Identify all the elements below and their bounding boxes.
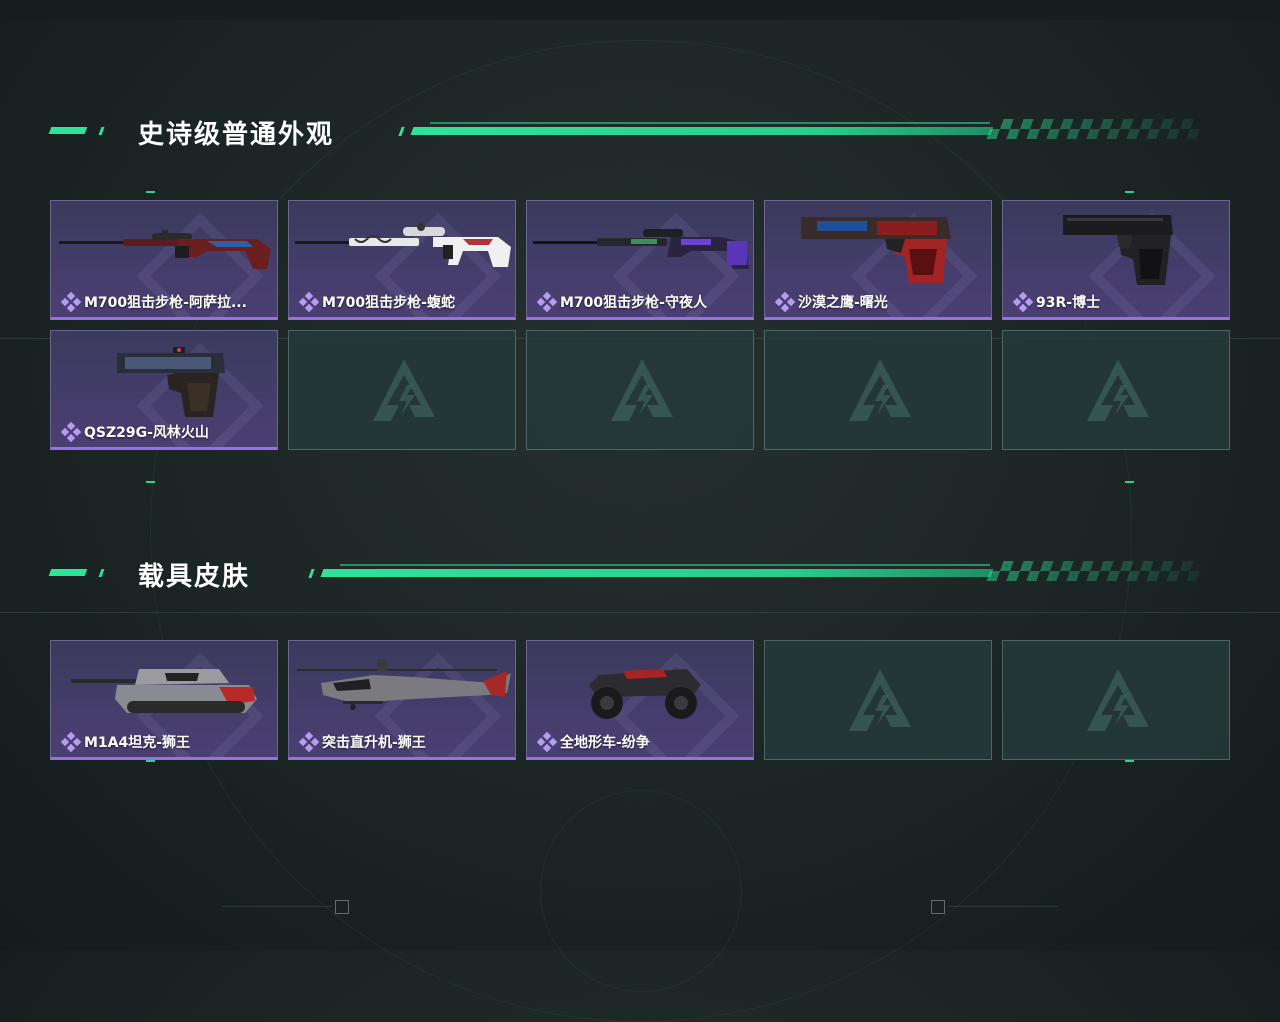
placeholder-logo-icon bbox=[373, 359, 435, 421]
empty-slot bbox=[764, 640, 992, 760]
skin-card[interactable]: M700狙击步枪-阿萨拉... bbox=[50, 200, 278, 320]
skin-name: 全地形车-纷争 bbox=[560, 735, 650, 751]
header-accent bbox=[398, 127, 405, 136]
tank-icon bbox=[71, 669, 257, 713]
sniper-rifle-icon bbox=[533, 229, 749, 269]
card-name-row: M700狙击步枪-守夜人 bbox=[536, 291, 747, 313]
skin-card[interactable]: M1A4坦克-狮王 bbox=[50, 640, 278, 760]
placeholder-logo-icon bbox=[1087, 669, 1149, 731]
pistol-icon bbox=[117, 347, 225, 417]
section-title: 载具皮肤 bbox=[138, 562, 251, 592]
placeholder-logo-icon bbox=[849, 669, 911, 731]
card-name-row: 93R-博士 bbox=[1012, 291, 1223, 313]
skin-name: M700狙击步枪-蝮蛇 bbox=[322, 295, 455, 311]
skin-name: 93R-博士 bbox=[1036, 295, 1101, 311]
placeholder-logo-icon bbox=[849, 359, 911, 421]
decor-square bbox=[931, 900, 945, 914]
empty-slot bbox=[526, 330, 754, 450]
decor-line bbox=[0, 612, 1280, 613]
pistol-icon bbox=[801, 217, 951, 283]
empty-slot bbox=[1002, 330, 1230, 450]
epic-rarity-icon bbox=[60, 421, 82, 443]
header-line bbox=[430, 122, 990, 124]
card-name-row: M1A4坦克-狮王 bbox=[60, 731, 271, 753]
card-name-row: QSZ29G-风林火山 bbox=[60, 421, 271, 443]
decor-line bbox=[948, 906, 1058, 907]
sniper-rifle-icon bbox=[295, 223, 511, 267]
card-name-row: 沙漠之鹰-曙光 bbox=[774, 291, 985, 313]
skin-card[interactable]: M700狙击步枪-守夜人 bbox=[526, 200, 754, 320]
decor-tick bbox=[1125, 760, 1134, 762]
sniper-rifle-icon bbox=[59, 230, 271, 269]
epic-rarity-icon bbox=[298, 731, 320, 753]
section-title: 史诗级普通外观 bbox=[138, 120, 335, 150]
header-bar bbox=[410, 127, 994, 135]
card-name-row: 突击直升机-狮王 bbox=[298, 731, 509, 753]
decor-line bbox=[222, 906, 332, 907]
epic-skins-grid: M700狙击步枪-阿萨拉... M700狙击步枪-蝮蛇 M700狙击步枪-守夜人… bbox=[50, 200, 1230, 450]
epic-rarity-icon bbox=[60, 731, 82, 753]
decor-square bbox=[335, 900, 349, 914]
skin-name: M700狙击步枪-守夜人 bbox=[560, 295, 707, 311]
section-header-epic: 史诗级普通外观 bbox=[0, 110, 1280, 150]
vehicle-skins-grid: M1A4坦克-狮王 突击直升机-狮王 全地形车-纷争 bbox=[50, 640, 1230, 760]
decor-tick bbox=[146, 481, 155, 483]
decor-tick bbox=[1125, 191, 1134, 193]
empty-slot bbox=[288, 330, 516, 450]
header-accent bbox=[48, 569, 88, 576]
header-checker bbox=[986, 119, 1204, 139]
header-line bbox=[340, 564, 990, 566]
header-checker bbox=[986, 561, 1204, 581]
epic-rarity-icon bbox=[298, 291, 320, 313]
epic-rarity-icon bbox=[774, 291, 796, 313]
section-header-vehicle: 载具皮肤 bbox=[0, 552, 1280, 592]
empty-slot bbox=[764, 330, 992, 450]
skin-name: QSZ29G-风林火山 bbox=[84, 425, 209, 441]
header-bar bbox=[320, 569, 994, 577]
epic-rarity-icon bbox=[1012, 291, 1034, 313]
placeholder-logo-icon bbox=[1087, 359, 1149, 421]
background-ring-small bbox=[540, 790, 742, 992]
placeholder-logo-icon bbox=[611, 359, 673, 421]
skin-name: 突击直升机-狮王 bbox=[322, 735, 426, 751]
skin-name: 沙漠之鹰-曙光 bbox=[798, 295, 888, 311]
epic-rarity-icon bbox=[536, 291, 558, 313]
skin-card[interactable]: 突击直升机-狮王 bbox=[288, 640, 516, 760]
skin-card[interactable]: M700狙击步枪-蝮蛇 bbox=[288, 200, 516, 320]
skin-card[interactable]: QSZ29G-风林火山 bbox=[50, 330, 278, 450]
helicopter-icon bbox=[297, 659, 511, 710]
card-name-row: 全地形车-纷争 bbox=[536, 731, 747, 753]
epic-rarity-icon bbox=[60, 291, 82, 313]
header-accent bbox=[48, 127, 88, 134]
header-accent bbox=[98, 569, 105, 577]
card-name-row: M700狙击步枪-阿萨拉... bbox=[60, 291, 271, 313]
empty-slot bbox=[1002, 640, 1230, 760]
top-bar bbox=[0, 0, 1280, 20]
skin-name: M1A4坦克-狮王 bbox=[84, 735, 191, 751]
pistol-icon bbox=[1063, 215, 1173, 285]
epic-rarity-icon bbox=[536, 731, 558, 753]
card-name-row: M700狙击步枪-蝮蛇 bbox=[298, 291, 509, 313]
skin-card[interactable]: 沙漠之鹰-曙光 bbox=[764, 200, 992, 320]
decor-tick bbox=[146, 191, 155, 193]
skin-card[interactable]: 全地形车-纷争 bbox=[526, 640, 754, 760]
decor-tick bbox=[146, 760, 155, 762]
skin-name: M700狙击步枪-阿萨拉... bbox=[84, 295, 247, 311]
header-accent bbox=[98, 127, 105, 135]
decor-tick bbox=[1125, 481, 1134, 483]
header-accent bbox=[308, 569, 315, 578]
atv-icon bbox=[589, 669, 701, 719]
skin-card[interactable]: 93R-博士 bbox=[1002, 200, 1230, 320]
